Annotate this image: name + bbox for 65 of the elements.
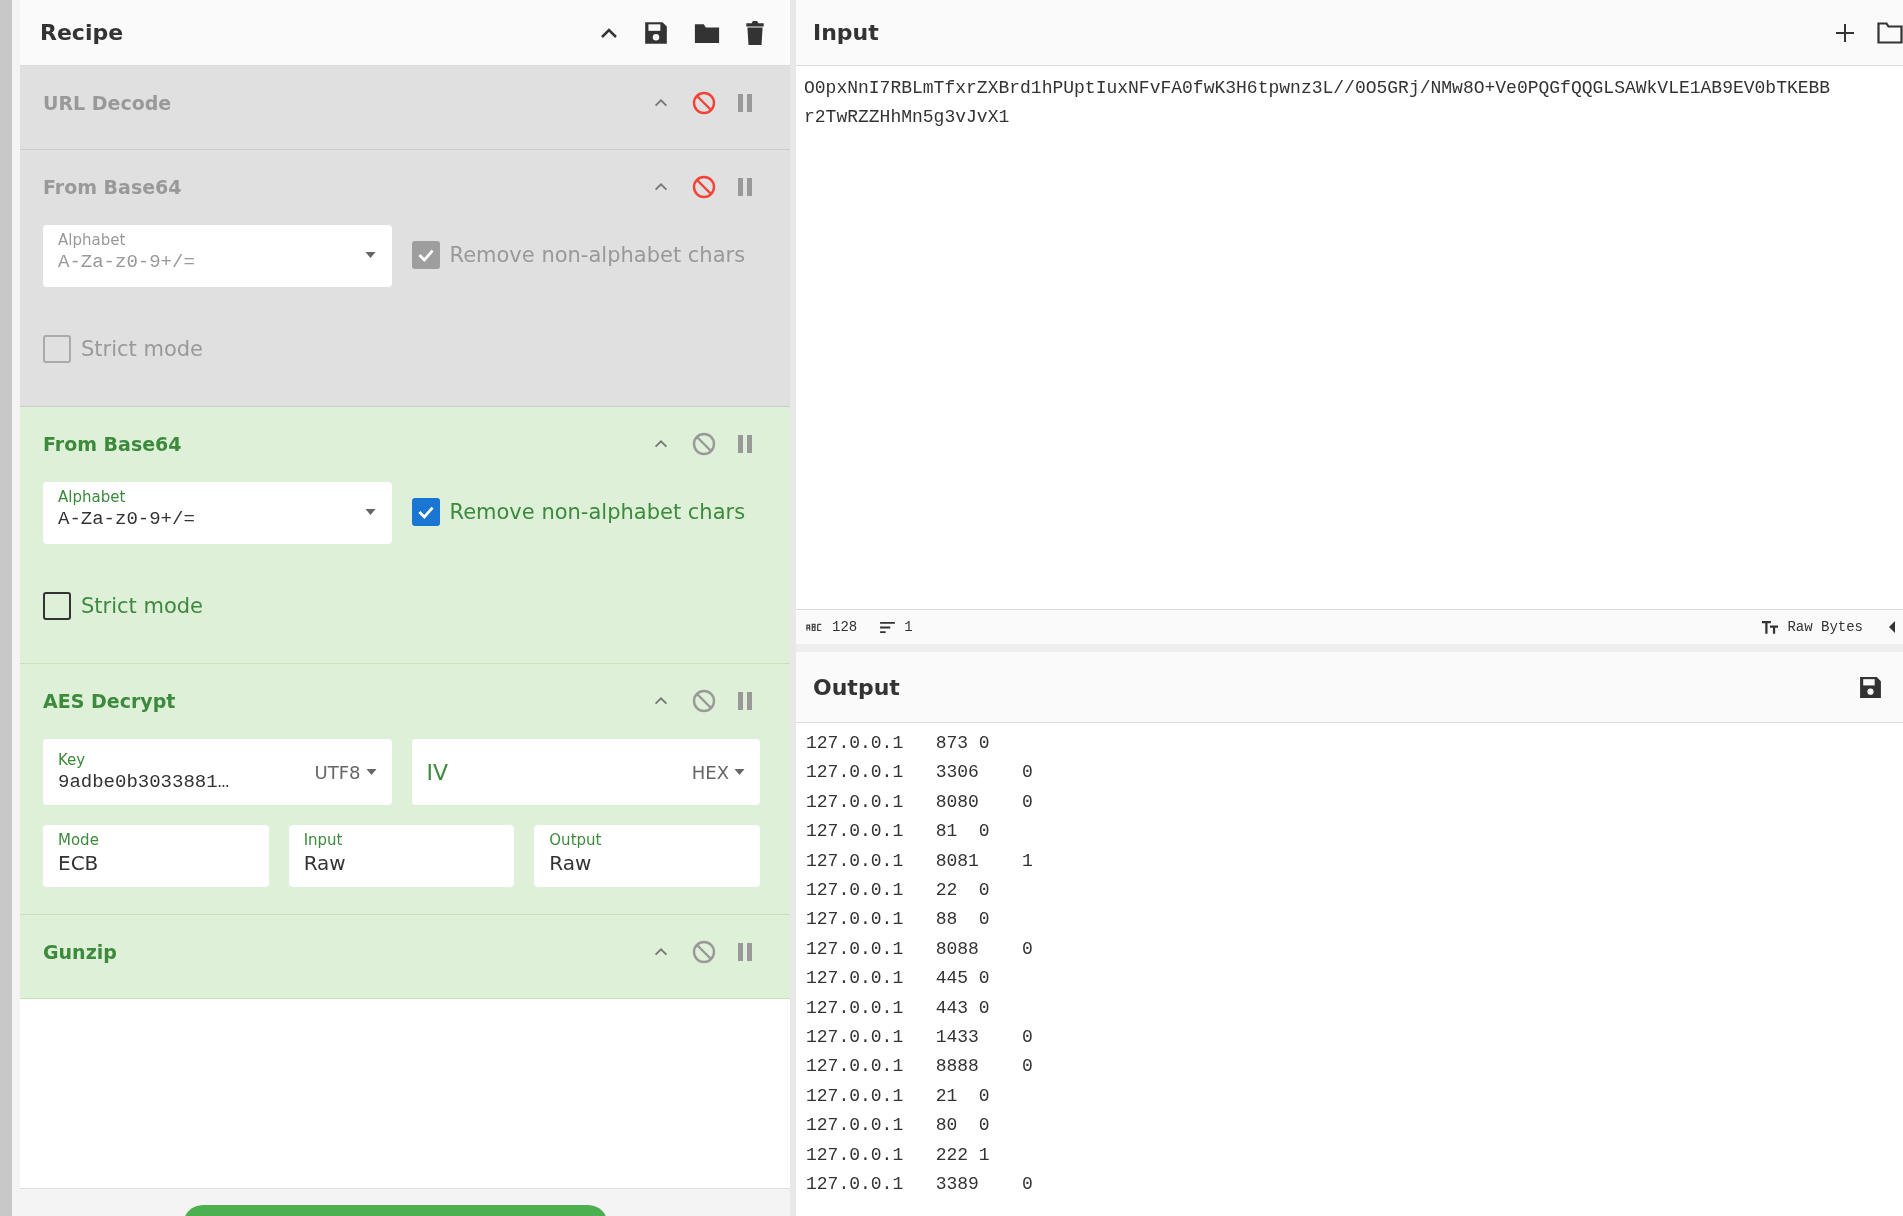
caret-icon <box>365 769 377 775</box>
folder-icon[interactable] <box>693 21 721 44</box>
output-text-line: 127.0.0.1 1433 0 <box>806 1026 1034 1050</box>
checkbox-label: Strict mode <box>81 594 204 618</box>
disable-icon[interactable] <box>692 432 716 456</box>
caret-icon <box>734 769 745 775</box>
length-count: 128 <box>832 619 858 635</box>
recipe-title: Recipe <box>40 20 124 45</box>
text-field[interactable]: Key 9adbe0b3033881… UTF8 <box>43 739 392 805</box>
output-text-line: 127.0.0.1 8080 0 <box>806 790 1034 814</box>
caret-icon <box>364 509 376 515</box>
output-text-line: 127.0.0.1 445 0 <box>806 967 991 991</box>
line-count: 1 <box>904 619 913 635</box>
input-title: Input <box>813 20 879 45</box>
pause-icon[interactable] <box>738 178 752 196</box>
checkbox-label: Remove non-alphabet chars <box>449 500 746 524</box>
pause-icon[interactable] <box>738 94 752 112</box>
text-field[interactable]: IV HEX <box>411 739 760 805</box>
checkbox-label: Remove non-alphabet chars <box>449 243 746 267</box>
operation-title: Gunzip <box>43 941 117 963</box>
encoding-dropdown[interactable]: UTF8 <box>314 761 377 783</box>
disable-icon[interactable] <box>692 689 716 713</box>
disable-icon[interactable] <box>692 940 716 964</box>
operation-title: URL Decode <box>43 92 172 114</box>
output-text-line: 127.0.0.1 22 0 <box>806 879 991 903</box>
arrow-left-icon[interactable] <box>1889 621 1895 633</box>
output-text-line: 127.0.0.1 8081 1 <box>806 849 1034 873</box>
output-text-line: 127.0.0.1 443 0 <box>806 996 991 1020</box>
text-format-icon[interactable] <box>1761 619 1780 635</box>
output-text-line: 127.0.0.1 80 0 <box>806 1114 991 1138</box>
pause-icon[interactable] <box>738 692 752 710</box>
dropdown-field[interactable]: Mode ECB <box>43 825 269 887</box>
operation-title: From Base64 <box>43 176 182 198</box>
operation-title: From Base64 <box>43 433 182 455</box>
dropdown-field[interactable]: Output Raw <box>534 825 760 887</box>
input-text-line: O0pxNnI7RBLmTfxrZXBrd1hPUptIuxNFvFA0fwK3H6tpwnz3L//0O5GRj/NMw8O+Ve0PQGfQQGLSAWkVLE1AB9EV0bTKEBB <box>804 77 1832 100</box>
output-text-line: 127.0.0.1 3389 0 <box>806 1173 1034 1197</box>
output-text-line: 127.0.0.1 21 0 <box>806 1084 991 1108</box>
output-text-line: 127.0.0.1 873 0 <box>806 732 991 755</box>
trash-icon[interactable] <box>745 19 765 46</box>
output-text-line: 127.0.0.1 222 1 <box>806 1143 991 1167</box>
lines-icon <box>879 620 897 634</box>
operation-title: AES Decrypt <box>43 690 176 712</box>
output-text-line: 127.0.0.1 81 0 <box>806 820 991 844</box>
output-text-line: 127.0.0.1 3306 0 <box>806 761 1034 785</box>
checkbox[interactable] <box>43 592 71 620</box>
encoding-dropdown[interactable]: HEX <box>691 761 745 783</box>
caret-icon <box>364 252 376 258</box>
dropdown-field[interactable]: Input Raw <box>288 825 515 887</box>
save-icon[interactable] <box>1858 674 1883 700</box>
save-icon[interactable] <box>643 19 669 46</box>
input-text-line: r2TwRZZHhMn5g3vJvX1 <box>804 106 1011 129</box>
output-text-line: 127.0.0.1 88 0 <box>806 908 991 932</box>
checkbox-label: Strict mode <box>81 337 204 361</box>
output-text-line: 127.0.0.1 8888 0 <box>806 1055 1034 1079</box>
pause-icon[interactable] <box>738 435 752 453</box>
alphabet-select[interactable]: Alphabet A-Za-z0-9+/= <box>43 482 392 544</box>
output-text-line: 127.0.0.1 8088 0 <box>806 937 1034 961</box>
pause-icon[interactable] <box>738 943 752 961</box>
output-title: Output <box>813 674 900 700</box>
encoding-selector[interactable]: Raw Bytes <box>1787 619 1863 635</box>
checkbox[interactable] <box>411 498 440 526</box>
plus-icon[interactable] <box>1835 22 1855 43</box>
folder-icon[interactable] <box>1877 21 1903 44</box>
text-length-icon <box>806 623 824 631</box>
